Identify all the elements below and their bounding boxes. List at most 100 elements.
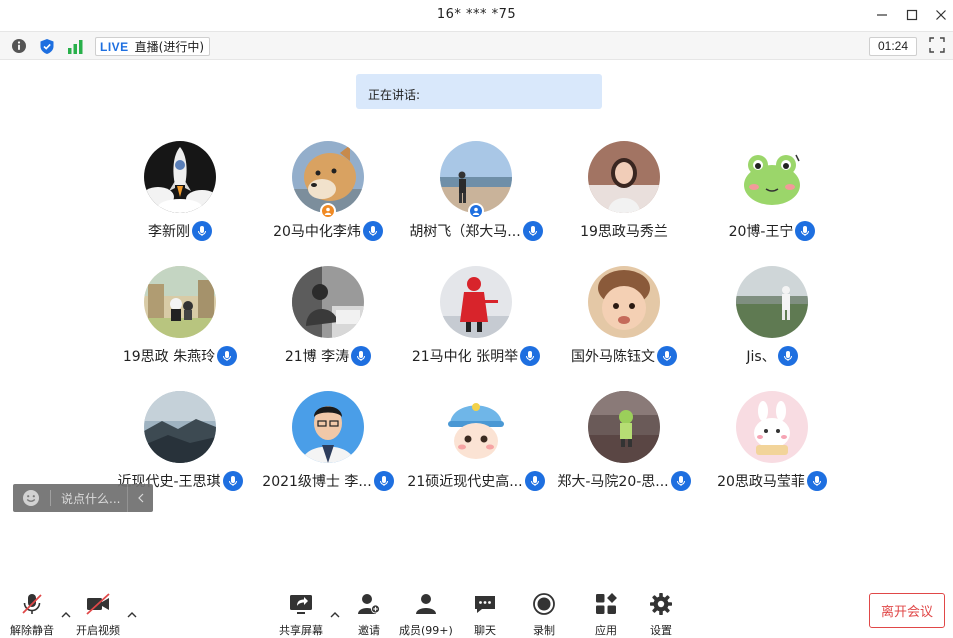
security-button[interactable] xyxy=(38,37,56,55)
participant-tile[interactable]: 2021级博士 李... xyxy=(254,391,402,511)
settings-button[interactable]: 设置 xyxy=(647,591,675,638)
participant-tile[interactable]: 20博-王宁 xyxy=(698,141,846,261)
participant-name: 20思政马莹菲 xyxy=(717,474,805,490)
minimize-button[interactable] xyxy=(872,6,892,24)
participant-tile[interactable]: 19思政马秀兰 xyxy=(550,141,698,261)
participant-tile[interactable]: 21马中化 张明举 xyxy=(402,266,550,386)
apps-button[interactable]: 应用 xyxy=(592,591,620,638)
live-label: LIVE xyxy=(100,39,129,54)
shield-icon xyxy=(40,38,54,54)
record-icon xyxy=(530,591,558,617)
mic-muted-icon xyxy=(18,591,46,617)
participant-tile[interactable]: 21博 李涛 xyxy=(254,266,402,386)
mic-on-icon xyxy=(795,221,816,241)
meeting-info-button[interactable] xyxy=(10,37,28,55)
unmute-label: 解除静音 xyxy=(10,624,54,637)
participant-tile[interactable]: 21硕近现代史高... xyxy=(402,391,550,511)
video-options-button[interactable] xyxy=(126,605,138,618)
share-screen-button[interactable]: 共享屏幕 xyxy=(279,591,323,638)
live-status-text: 直播(进行中) xyxy=(134,40,205,54)
invite-label: 邀请 xyxy=(358,624,380,637)
participant-name: 2021级博士 李... xyxy=(262,474,372,490)
chat-bubble-icon xyxy=(471,591,499,617)
members-icon xyxy=(412,591,440,617)
members-button[interactable]: 成员(99+) xyxy=(399,591,453,638)
unmute-button[interactable]: 解除静音 xyxy=(10,591,54,638)
participant-name: 20马中化李炜 xyxy=(273,224,361,240)
participant-tile[interactable]: 郑大-马院20-思... xyxy=(550,391,698,511)
participant-name: 胡树飞（郑大马... xyxy=(409,224,521,240)
avatar xyxy=(588,391,660,463)
close-button[interactable] xyxy=(931,6,951,24)
avatar xyxy=(144,391,216,463)
settings-label: 设置 xyxy=(650,624,672,637)
apps-grid-icon xyxy=(592,591,620,617)
avatar xyxy=(292,266,364,338)
avatar xyxy=(588,141,660,213)
chat-button[interactable]: 聊天 xyxy=(471,591,499,638)
info-icon xyxy=(12,39,26,53)
avatar xyxy=(736,141,808,213)
participant-name: 20博-王宁 xyxy=(728,224,794,240)
speaking-indicator: 正在讲话: xyxy=(356,74,602,109)
invite-button[interactable]: 邀请 xyxy=(355,591,383,638)
avatar xyxy=(736,266,808,338)
start-video-button[interactable]: 开启视频 xyxy=(76,591,120,638)
record-button[interactable]: 录制 xyxy=(530,591,558,638)
host-badge-icon xyxy=(320,203,336,219)
mic-on-icon xyxy=(806,471,827,491)
participant-name: 李新刚 xyxy=(148,224,190,240)
window-title: 16* *** *75 xyxy=(436,7,517,22)
fullscreen-button[interactable] xyxy=(929,37,947,55)
participant-tile[interactable]: 20马中化李炜 xyxy=(254,141,402,261)
members-label: 成员(99+) xyxy=(399,624,453,637)
leave-meeting-button[interactable]: 离开会议 xyxy=(869,593,945,628)
avatar xyxy=(588,266,660,338)
share-options-button[interactable] xyxy=(329,605,341,618)
chat-input-box[interactable]: 说点什么... xyxy=(13,484,153,512)
participant-name: 21博 李涛 xyxy=(284,349,350,365)
video-off-icon xyxy=(84,591,112,617)
participant-tile[interactable]: Jis、 xyxy=(698,266,846,386)
participant-name: 19思政马秀兰 xyxy=(580,224,668,240)
participant-name: 国外马陈钰文 xyxy=(571,349,655,365)
participant-tile[interactable]: 19思政 朱燕玲 xyxy=(106,266,254,386)
apps-label: 应用 xyxy=(595,624,617,637)
participant-name: 21马中化 张明举 xyxy=(411,349,519,365)
maximize-icon xyxy=(906,9,918,21)
participant-name: 19思政 朱燕玲 xyxy=(122,349,216,365)
avatar xyxy=(440,391,512,463)
chevron-up-icon xyxy=(61,612,71,618)
participant-tile[interactable]: 李新刚 xyxy=(106,141,254,261)
avatar xyxy=(144,266,216,338)
collapse-chat-button[interactable] xyxy=(127,484,153,512)
audio-options-button[interactable] xyxy=(60,605,72,618)
meeting-status-bar: LIVE 直播(进行中) 01:24 xyxy=(0,31,953,60)
cohost-badge-icon xyxy=(468,203,484,219)
participant-tile[interactable]: 国外马陈钰文 xyxy=(550,266,698,386)
live-status-badge[interactable]: LIVE 直播(进行中) xyxy=(95,37,211,56)
avatar xyxy=(736,391,808,463)
title-bar: 16* *** *75 xyxy=(0,0,953,31)
chevron-up-icon xyxy=(330,612,340,618)
add-user-icon xyxy=(355,591,383,617)
chat-input-placeholder[interactable]: 说点什么... xyxy=(61,490,120,507)
avatar xyxy=(144,141,216,213)
signal-bars-icon xyxy=(67,39,82,54)
fullscreen-icon xyxy=(929,37,945,53)
network-quality-button[interactable] xyxy=(66,37,84,55)
meeting-timer: 01:24 xyxy=(869,37,917,56)
participant-name: Jis、 xyxy=(746,349,776,365)
chat-label: 聊天 xyxy=(474,624,496,637)
record-label: 录制 xyxy=(533,624,555,637)
participant-tile[interactable]: 20思政马莹菲 xyxy=(698,391,846,511)
gear-icon xyxy=(647,591,675,617)
participant-tile[interactable]: 胡树飞（郑大马... xyxy=(402,141,550,261)
maximize-button[interactable] xyxy=(902,6,922,24)
share-screen-icon xyxy=(287,591,315,617)
emoji-icon xyxy=(23,490,39,506)
close-icon xyxy=(936,10,946,20)
participant-name: 21硕近现代史高... xyxy=(407,474,523,490)
avatar xyxy=(292,391,364,463)
mic-on-icon xyxy=(351,346,372,366)
